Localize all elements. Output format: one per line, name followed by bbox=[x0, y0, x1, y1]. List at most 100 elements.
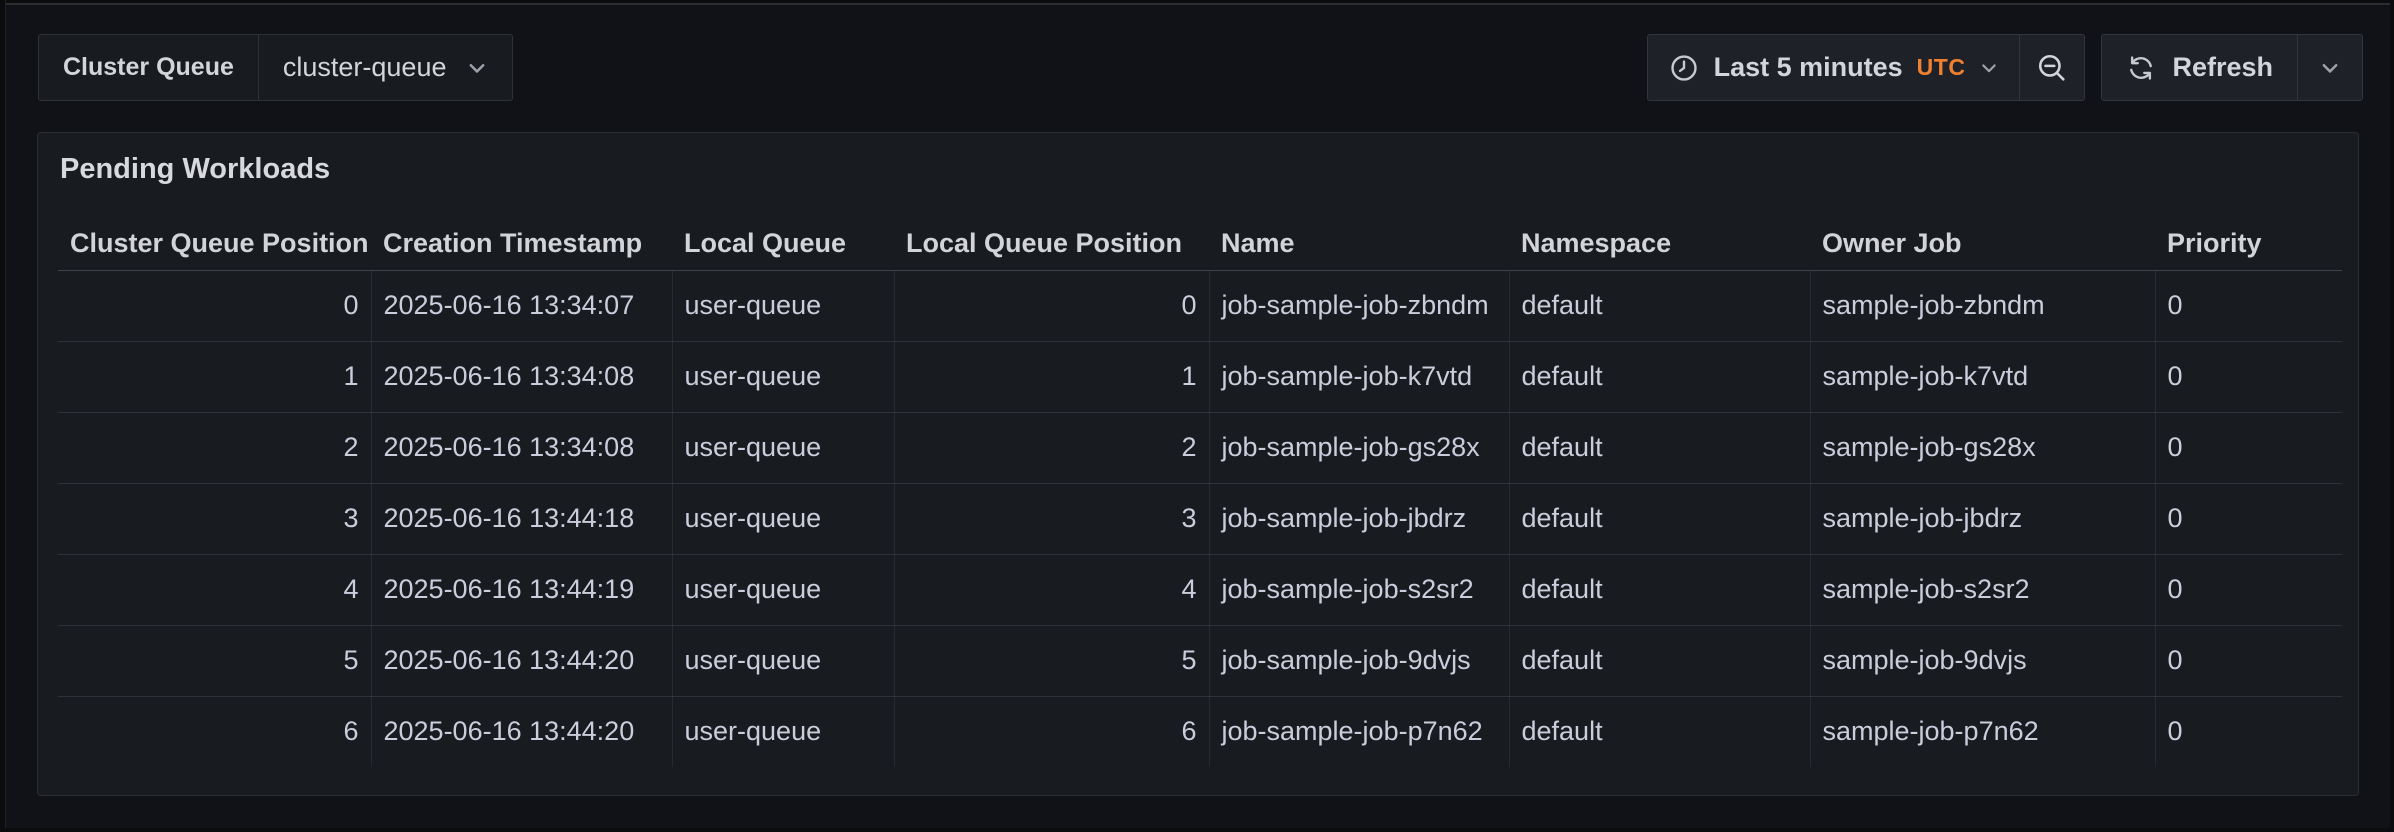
column-header-owner-job[interactable]: Owner Job bbox=[1810, 217, 2155, 270]
cell-owner-job: sample-job-zbndm bbox=[1810, 270, 2155, 341]
cell-local-queue: user-queue bbox=[672, 270, 894, 341]
dashboard-toolbar-right: Last 5 minutes UTC Refresh bbox=[1647, 34, 2363, 101]
cell-name: job-sample-job-jbdrz bbox=[1209, 483, 1509, 554]
variable-selected-value: cluster-queue bbox=[283, 52, 447, 83]
cell-name: job-sample-job-s2sr2 bbox=[1209, 554, 1509, 625]
table-row: 62025-06-16 13:44:20user-queue6job-sampl… bbox=[58, 696, 2342, 767]
cell-owner-job: sample-job-9dvjs bbox=[1810, 625, 2155, 696]
column-header-name[interactable]: Name bbox=[1209, 217, 1509, 270]
cell-local-queue-position: 2 bbox=[894, 412, 1209, 483]
cell-name: job-sample-job-k7vtd bbox=[1209, 341, 1509, 412]
variable-value-dropdown[interactable]: cluster-queue bbox=[259, 35, 513, 100]
cell-namespace: default bbox=[1509, 412, 1810, 483]
zoom-out-time-button[interactable] bbox=[2020, 35, 2084, 100]
cell-creation-timestamp: 2025-06-16 13:44:18 bbox=[371, 483, 672, 554]
time-range-picker-button[interactable]: Last 5 minutes UTC bbox=[1648, 35, 2020, 100]
cell-cluster-queue-position: 2 bbox=[58, 412, 371, 483]
cell-namespace: default bbox=[1509, 341, 1810, 412]
cell-cluster-queue-position: 5 bbox=[58, 625, 371, 696]
cell-priority: 0 bbox=[2155, 412, 2342, 483]
table-row: 52025-06-16 13:44:20user-queue5job-sampl… bbox=[58, 625, 2342, 696]
table-row: 12025-06-16 13:34:08user-queue1job-sampl… bbox=[58, 341, 2342, 412]
pending-workloads-table: Cluster Queue Position Creation Timestam… bbox=[58, 217, 2342, 767]
cell-local-queue-position: 5 bbox=[894, 625, 1209, 696]
column-header-local-queue-position[interactable]: Local Queue Position bbox=[894, 217, 1209, 270]
cell-cluster-queue-position: 4 bbox=[58, 554, 371, 625]
cell-priority: 0 bbox=[2155, 625, 2342, 696]
frame-edge-left bbox=[0, 0, 6, 832]
cell-local-queue-position: 3 bbox=[894, 483, 1209, 554]
cell-local-queue: user-queue bbox=[672, 412, 894, 483]
cell-local-queue-position: 6 bbox=[894, 696, 1209, 767]
cell-name: job-sample-job-zbndm bbox=[1209, 270, 1509, 341]
cell-namespace: default bbox=[1509, 483, 1810, 554]
table-row: 02025-06-16 13:34:07user-queue0job-sampl… bbox=[58, 270, 2342, 341]
refresh-icon bbox=[2126, 53, 2156, 83]
table-row: 32025-06-16 13:44:18user-queue3job-sampl… bbox=[58, 483, 2342, 554]
cell-cluster-queue-position: 0 bbox=[58, 270, 371, 341]
cell-namespace: default bbox=[1509, 270, 1810, 341]
cell-cluster-queue-position: 1 bbox=[58, 341, 371, 412]
cell-priority: 0 bbox=[2155, 270, 2342, 341]
cell-name: job-sample-job-p7n62 bbox=[1209, 696, 1509, 767]
table-header-row: Cluster Queue Position Creation Timestam… bbox=[58, 217, 2342, 270]
frame-edge-bottom bbox=[0, 828, 2394, 832]
chevron-down-icon bbox=[1979, 58, 1999, 78]
cell-creation-timestamp: 2025-06-16 13:44:20 bbox=[371, 696, 672, 767]
cell-priority: 0 bbox=[2155, 554, 2342, 625]
cell-creation-timestamp: 2025-06-16 13:34:08 bbox=[371, 412, 672, 483]
cell-local-queue: user-queue bbox=[672, 625, 894, 696]
cell-namespace: default bbox=[1509, 554, 1810, 625]
cell-name: job-sample-job-9dvjs bbox=[1209, 625, 1509, 696]
cell-namespace: default bbox=[1509, 625, 1810, 696]
cell-name: job-sample-job-gs28x bbox=[1209, 412, 1509, 483]
cell-owner-job: sample-job-k7vtd bbox=[1810, 341, 2155, 412]
column-header-namespace[interactable]: Namespace bbox=[1509, 217, 1810, 270]
refresh-controls-group: Refresh bbox=[2101, 34, 2363, 101]
cell-local-queue: user-queue bbox=[672, 483, 894, 554]
column-header-creation-timestamp[interactable]: Creation Timestamp bbox=[371, 217, 672, 270]
cell-cluster-queue-position: 3 bbox=[58, 483, 371, 554]
time-range-label: Last 5 minutes bbox=[1714, 52, 1903, 83]
cell-creation-timestamp: 2025-06-16 13:44:19 bbox=[371, 554, 672, 625]
table-body: 02025-06-16 13:34:07user-queue0job-sampl… bbox=[58, 270, 2342, 767]
frame-edge-top bbox=[0, 0, 2394, 5]
cell-owner-job: sample-job-s2sr2 bbox=[1810, 554, 2155, 625]
cell-priority: 0 bbox=[2155, 341, 2342, 412]
cell-priority: 0 bbox=[2155, 696, 2342, 767]
cell-creation-timestamp: 2025-06-16 13:44:20 bbox=[371, 625, 672, 696]
cell-creation-timestamp: 2025-06-16 13:34:08 bbox=[371, 341, 672, 412]
cell-local-queue-position: 1 bbox=[894, 341, 1209, 412]
cell-local-queue: user-queue bbox=[672, 341, 894, 412]
cell-local-queue: user-queue bbox=[672, 554, 894, 625]
cell-local-queue: user-queue bbox=[672, 696, 894, 767]
column-header-priority[interactable]: Priority bbox=[2155, 217, 2342, 270]
cell-owner-job: sample-job-gs28x bbox=[1810, 412, 2155, 483]
pending-workloads-panel: Pending Workloads Cluster Queue Position… bbox=[37, 132, 2359, 796]
cell-namespace: default bbox=[1509, 696, 1810, 767]
cell-owner-job: sample-job-p7n62 bbox=[1810, 696, 2155, 767]
cell-cluster-queue-position: 6 bbox=[58, 696, 371, 767]
zoom-out-icon bbox=[2035, 51, 2069, 85]
cell-priority: 0 bbox=[2155, 483, 2342, 554]
chevron-down-icon bbox=[2319, 57, 2341, 79]
cell-owner-job: sample-job-jbdrz bbox=[1810, 483, 2155, 554]
cell-local-queue-position: 0 bbox=[894, 270, 1209, 341]
chevron-down-icon bbox=[466, 57, 488, 79]
frame-edge-right bbox=[2390, 0, 2394, 832]
table-row: 42025-06-16 13:44:19user-queue4job-sampl… bbox=[58, 554, 2342, 625]
time-controls-group: Last 5 minutes UTC bbox=[1647, 34, 2086, 101]
cell-creation-timestamp: 2025-06-16 13:34:07 bbox=[371, 270, 672, 341]
refresh-button[interactable]: Refresh bbox=[2102, 35, 2297, 100]
cell-local-queue-position: 4 bbox=[894, 554, 1209, 625]
table-row: 22025-06-16 13:34:08user-queue2job-sampl… bbox=[58, 412, 2342, 483]
panel-title: Pending Workloads bbox=[38, 133, 2358, 187]
refresh-interval-dropdown[interactable] bbox=[2298, 35, 2362, 100]
column-header-cluster-queue-position[interactable]: Cluster Queue Position bbox=[58, 217, 371, 270]
refresh-label: Refresh bbox=[2172, 52, 2273, 83]
column-header-local-queue[interactable]: Local Queue bbox=[672, 217, 894, 270]
variable-label: Cluster Queue bbox=[39, 35, 259, 100]
table-container: Cluster Queue Position Creation Timestam… bbox=[58, 217, 2342, 767]
timezone-label: UTC bbox=[1917, 54, 1966, 81]
variable-cluster-queue: Cluster Queue cluster-queue bbox=[38, 34, 513, 101]
